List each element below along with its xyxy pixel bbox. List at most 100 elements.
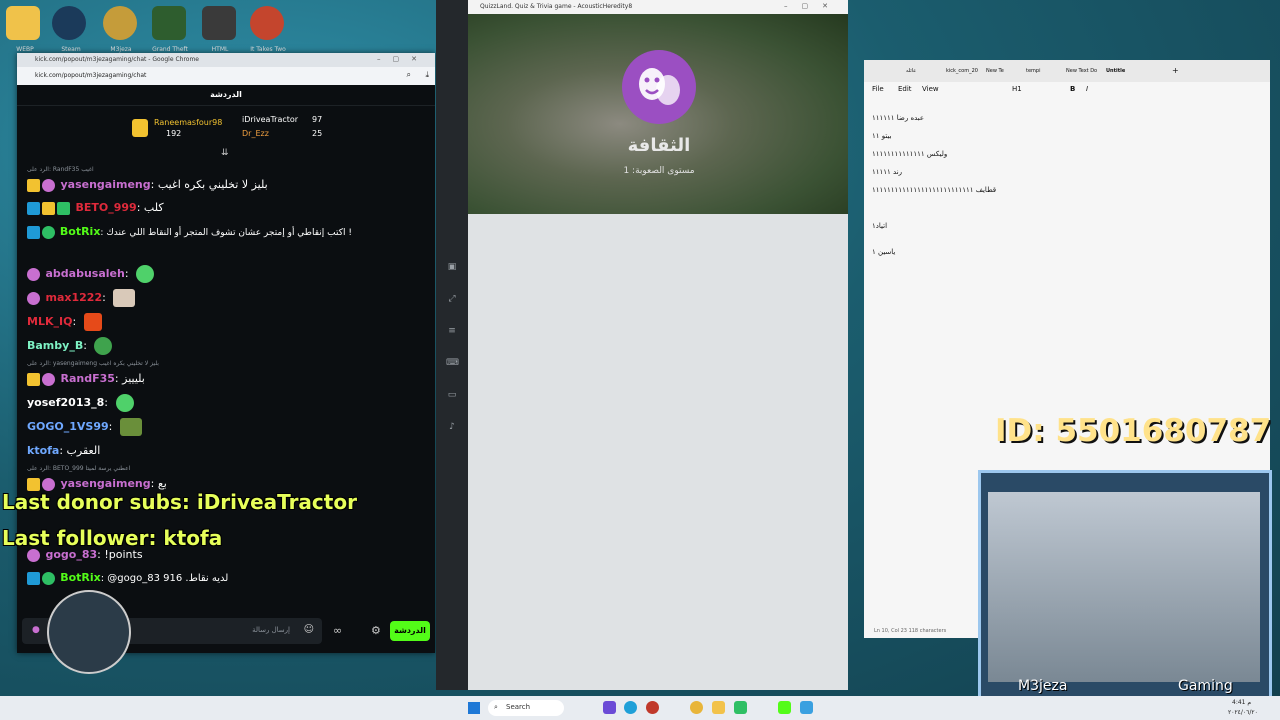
rank-1-icon (132, 119, 148, 137)
reply-context: الرد على: RandF35 اغيب (27, 166, 94, 173)
window-controls[interactable]: –▢✕ (377, 55, 429, 63)
system-tray-date[interactable]: ٢٠٢٤/٠٦/٢٠ (1228, 709, 1258, 716)
chat-username[interactable]: MLK_IQ (27, 315, 72, 328)
crown-badge-icon (27, 477, 40, 491)
last-follower-overlay: Last follower: ktofa (2, 526, 223, 550)
edge-icon[interactable] (624, 701, 637, 714)
desktop-icon-html[interactable] (202, 6, 236, 40)
system-tray-time[interactable]: 4:41 م (1232, 699, 1251, 706)
download-icon[interactable]: ⤓ (425, 70, 429, 80)
notepad-app-icon[interactable] (800, 701, 813, 714)
crown-badge-icon (42, 201, 55, 215)
zoom-icon[interactable]: ⌕ (407, 70, 411, 80)
chat-username[interactable]: Bamby_B (27, 339, 83, 352)
chat-message: ktofa: العقرب (27, 444, 101, 457)
chrome-icon[interactable] (690, 701, 703, 714)
chat-username[interactable]: BETO_999 (76, 201, 137, 214)
verified-badge-icon (42, 571, 55, 585)
keyboard-icon[interactable]: ⌨ (446, 358, 459, 368)
desktop-icon-it-takes-two[interactable] (250, 6, 284, 40)
menu-file[interactable]: File (872, 85, 884, 93)
emote-icon (94, 337, 113, 355)
notepad-tab[interactable]: New Text Do (1066, 68, 1097, 74)
chat-message: RandF35: بليييز (27, 370, 422, 388)
game-app-icon[interactable] (734, 701, 747, 714)
notepad-tab[interactable]: New Te (986, 68, 1004, 74)
address-bar[interactable]: kick.com/popout/m3jezagaming/chat ⌕ ⤓ (17, 67, 435, 85)
note-line: اتياد١ (872, 222, 888, 230)
notepad-tab[interactable]: عائله (906, 68, 916, 74)
volume-icon[interactable]: ♪ (446, 422, 458, 432)
gift-badge-icon (42, 477, 55, 491)
side-toolbar (436, 0, 468, 690)
mic-icon[interactable]: ● (32, 625, 40, 635)
chat-username[interactable]: ktofa (27, 444, 59, 457)
crown-badge-icon (27, 178, 40, 192)
menu-icon[interactable]: ≡ (446, 326, 458, 336)
notepad-tab-bar: عائله kick_com_20 New Te tempi New Text … (864, 60, 1270, 82)
chat-username[interactable]: max1222 (46, 291, 103, 304)
desktop-icon-steam[interactable] (52, 6, 86, 40)
leader-3-name: Dr_Ezz (242, 129, 269, 138)
notepad-tab[interactable]: tempi (1026, 68, 1040, 74)
taskbar-search-box[interactable]: ⌕ Search (488, 700, 564, 716)
expand-icon[interactable]: ⤢ (446, 294, 458, 304)
menu-view[interactable]: View (922, 85, 939, 93)
url-text: kick.com/popout/m3jezagaming/chat (35, 72, 147, 79)
chat-username[interactable]: yosef2013_8 (27, 396, 104, 409)
chat-username[interactable]: yasengaimeng (61, 477, 151, 490)
recorder-icon[interactable] (646, 701, 659, 714)
settings-gear-icon[interactable]: ⚙ (371, 624, 381, 637)
new-tab-icon[interactable]: + (1172, 66, 1179, 75)
kick-app-icon[interactable] (778, 701, 791, 714)
chat-send-button[interactable]: الدردشة (390, 621, 430, 641)
chat-username[interactable]: GOGO_1VS99 (27, 420, 109, 433)
search-label: Search (506, 703, 531, 711)
notepad-tab[interactable]: kick_com_20 (946, 68, 978, 74)
desktop-icon-webp[interactable] (6, 6, 40, 40)
italic-icon[interactable]: I (1086, 85, 1088, 93)
chat-username[interactable]: BotRix (60, 571, 101, 584)
chat-text: @gogo_83 916 .لديه نقاط (107, 573, 229, 584)
bold-icon[interactable]: B (1070, 85, 1075, 93)
chat-text: اكتب إنقاطي أو إمتجر عشان تشوف المتجر أو… (106, 228, 352, 238)
points-icon[interactable]: ∞ (333, 624, 342, 637)
window-controls[interactable]: –▢✕ (784, 2, 842, 10)
emoji-icon[interactable]: ☺ (304, 624, 314, 635)
streamer-avatar (47, 590, 131, 674)
file-explorer-icon[interactable] (712, 701, 725, 714)
crown-badge-icon (27, 372, 40, 386)
desktop-label-it-takes-two: It Takes Two (250, 46, 286, 53)
chat-username[interactable]: RandF35 (61, 372, 115, 385)
panel-icon[interactable]: ▣ (446, 262, 458, 272)
desktop-label-steam: Steam (61, 46, 81, 53)
chat-message: yosef2013_8: (27, 394, 422, 412)
gift-badge-icon (27, 291, 40, 305)
reply-context: الرد على: BETO_999 اعطني يرسة لميتا (27, 465, 131, 472)
note-line: رند ١١١١١ (872, 168, 903, 176)
kick-badge-icon (27, 226, 40, 239)
notepad-tab-active[interactable]: Untitle (1106, 68, 1125, 74)
game-title-bar: QuizzLand. Quiz & Trivia game - Acoustic… (468, 0, 848, 14)
input-placeholder: إرسال رسالة (252, 626, 290, 634)
webcam-feed (988, 492, 1260, 682)
chat-message: BotRix: اكتب إنقاطي أو إمتجر عشان تشوف ا… (27, 223, 422, 241)
leader-1-name: Raneemasfour98 (154, 118, 223, 127)
chat-username[interactable]: BotRix (60, 225, 101, 238)
desktop-icon-gta[interactable] (152, 6, 186, 40)
leader-3-value: 25 (312, 129, 323, 138)
task-view-icon[interactable] (603, 701, 616, 714)
gift-badge-icon (42, 178, 55, 192)
chat-bubble-icon[interactable]: ▭ (446, 390, 458, 400)
taskbar (0, 696, 1280, 720)
heading-style[interactable]: H1 (1012, 85, 1022, 93)
chat-username[interactable]: yasengaimeng (61, 178, 151, 191)
chat-username[interactable]: abdabusaleh (46, 267, 125, 280)
desktop-icon-m3jeza[interactable] (103, 6, 137, 40)
start-windows-icon[interactable] (468, 702, 480, 714)
chat-text: بليييز (122, 372, 145, 385)
emote-icon (115, 394, 134, 412)
collapse-chevron-icon[interactable]: ⇊ (221, 148, 229, 158)
note-line: وليكس ١١١١١١١١١١١١١١ (872, 150, 948, 158)
menu-edit[interactable]: Edit (898, 85, 912, 93)
